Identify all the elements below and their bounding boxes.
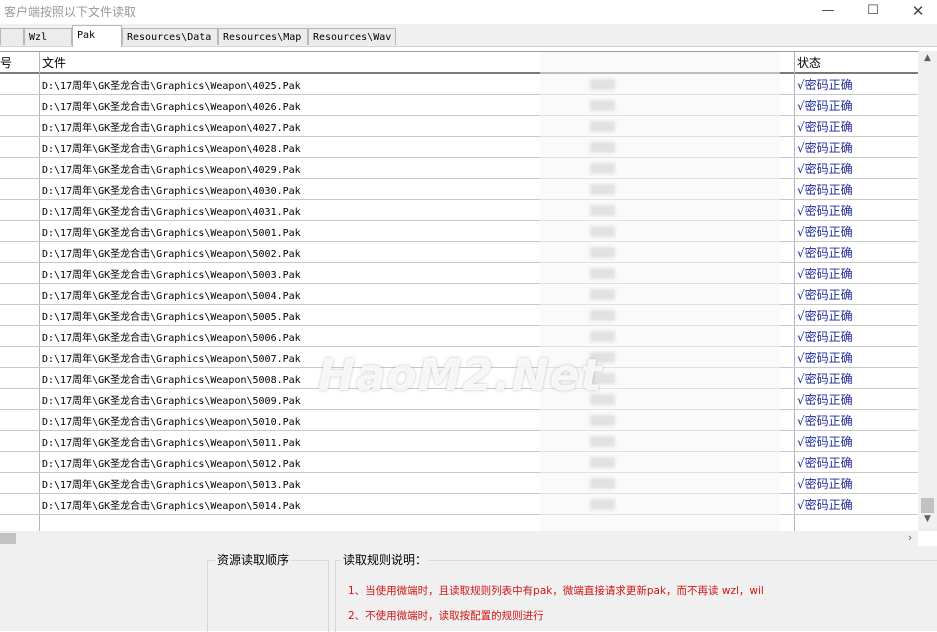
bottom-panel: 资源读取顺序 读取规则说明： 1、当使用微端时，且读取规则列表中有pak，微端直…: [0, 546, 937, 632]
file-path-cell: D:\17周年\GK圣龙合击\Graphics\Weapon\4027.Pak: [42, 123, 301, 134]
status-cell: √密码正确: [797, 204, 853, 218]
status-cell: √密码正确: [797, 393, 853, 407]
file-path-cell: D:\17周年\GK圣龙合击\Graphics\Weapon\4026.Pak: [42, 102, 301, 113]
table-row[interactable]: D:\17周年\GK圣龙合击\Graphics\Weapon\5012.Pak √…: [0, 452, 918, 473]
table-row[interactable]: D:\17周年\GK圣龙合击\Graphics\Weapon\5014.Pak √…: [0, 494, 918, 515]
close-icon[interactable]: ✕: [895, 0, 937, 24]
file-list-table[interactable]: 号 文件 状态 D:\17周年\GK圣龙合击\Graphics\Weapon\4…: [0, 51, 918, 532]
status-cell: √密码正确: [797, 162, 853, 176]
status-cell: √密码正确: [797, 141, 853, 155]
scroll-up-icon[interactable]: ▲: [918, 53, 937, 63]
table-row[interactable]: D:\17周年\GK圣龙合击\Graphics\Weapon\4026.Pak √…: [0, 95, 918, 116]
watermark: HaoM2.Net: [318, 350, 603, 401]
tab-resources-wav[interactable]: Resources\Wav: [308, 28, 396, 45]
table-row[interactable]: D:\17周年\GK圣龙合击\Graphics\Weapon\5011.Pak √…: [0, 431, 918, 452]
title-bar: 客户端按照以下文件读取 — ☐ ✕: [0, 0, 937, 24]
tab-pak[interactable]: Pak: [72, 25, 122, 47]
table-row[interactable]: D:\17周年\GK圣龙合击\Graphics\Weapon\4025.Pak √…: [0, 74, 918, 95]
file-path-cell: D:\17周年\GK圣龙合击\Graphics\Weapon\4029.Pak: [42, 165, 301, 176]
read-rules-group: 读取规则说明： 1、当使用微端时，且读取规则列表中有pak，微端直接请求更新pa…: [335, 551, 937, 632]
tab-first[interactable]: [0, 28, 24, 45]
minimize-icon[interactable]: —: [805, 0, 851, 24]
status-cell: √密码正确: [797, 246, 853, 260]
table-row[interactable]: D:\17周年\GK圣龙合击\Graphics\Weapon\5003.Pak √…: [0, 263, 918, 284]
vertical-scroll-thumb[interactable]: [921, 498, 934, 513]
resource-order-label: 资源读取顺序: [215, 551, 292, 568]
status-cell: √密码正确: [797, 456, 853, 470]
status-cell: √密码正确: [797, 477, 853, 491]
table-row[interactable]: D:\17周年\GK圣龙合击\Graphics\Weapon\4027.Pak √…: [0, 116, 918, 137]
file-path-cell: D:\17周年\GK圣龙合击\Graphics\Weapon\5010.Pak: [42, 417, 301, 428]
status-cell: √密码正确: [797, 309, 853, 323]
file-path-cell: D:\17周年\GK圣龙合击\Graphics\Weapon\5008.Pak: [42, 375, 301, 386]
status-cell: √密码正确: [797, 99, 853, 113]
file-path-cell: D:\17周年\GK圣龙合击\Graphics\Weapon\4025.Pak: [42, 81, 301, 92]
header-file[interactable]: 文件: [42, 54, 66, 71]
table-body: D:\17周年\GK圣龙合击\Graphics\Weapon\4025.Pak √…: [0, 74, 918, 515]
horizontal-scroll-thumb[interactable]: [0, 533, 16, 544]
table-row[interactable]: D:\17周年\GK圣龙合击\Graphics\Weapon\4028.Pak √…: [0, 137, 918, 158]
status-cell: √密码正确: [797, 435, 853, 449]
window-title: 客户端按照以下文件读取: [4, 5, 137, 19]
file-path-cell: D:\17周年\GK圣龙合击\Graphics\Weapon\5013.Pak: [42, 480, 301, 491]
scroll-right-icon[interactable]: ›: [902, 531, 918, 544]
status-cell: √密码正确: [797, 498, 853, 512]
tab-strip: Wzl Pak Resources\Data Resources\Map Res…: [0, 24, 937, 47]
status-cell: √密码正确: [797, 78, 853, 92]
file-path-cell: D:\17周年\GK圣龙合击\Graphics\Weapon\5001.Pak: [42, 228, 301, 239]
status-cell: √密码正确: [797, 330, 853, 344]
redacted-column: [540, 52, 780, 532]
table-row[interactable]: D:\17周年\GK圣龙合击\Graphics\Weapon\5006.Pak √…: [0, 326, 918, 347]
scroll-down-icon[interactable]: ▼: [918, 514, 937, 524]
table-row[interactable]: D:\17周年\GK圣龙合击\Graphics\Weapon\5005.Pak √…: [0, 305, 918, 326]
header-status[interactable]: 状态: [797, 54, 821, 71]
table-row[interactable]: D:\17周年\GK圣龙合击\Graphics\Weapon\5001.Pak √…: [0, 221, 918, 242]
file-path-cell: D:\17周年\GK圣龙合击\Graphics\Weapon\5005.Pak: [42, 312, 301, 323]
table-row[interactable]: D:\17周年\GK圣龙合击\Graphics\Weapon\4030.Pak √…: [0, 179, 918, 200]
vertical-scrollbar[interactable]: ▲ ▼: [918, 51, 937, 531]
header-index[interactable]: 号: [0, 54, 12, 71]
table-row[interactable]: D:\17周年\GK圣龙合击\Graphics\Weapon\5004.Pak √…: [0, 284, 918, 305]
file-path-cell: D:\17周年\GK圣龙合击\Graphics\Weapon\4030.Pak: [42, 186, 301, 197]
status-cell: √密码正确: [797, 351, 853, 365]
file-path-cell: D:\17周年\GK圣龙合击\Graphics\Weapon\4031.Pak: [42, 207, 301, 218]
rule-text: 2、不使用微端时，读取按配置的规则进行: [348, 610, 544, 622]
status-cell: √密码正确: [797, 267, 853, 281]
status-cell: √密码正确: [797, 372, 853, 386]
file-path-cell: D:\17周年\GK圣龙合击\Graphics\Weapon\5011.Pak: [42, 438, 301, 449]
table-row[interactable]: D:\17周年\GK圣龙合击\Graphics\Weapon\4029.Pak √…: [0, 158, 918, 179]
file-path-cell: D:\17周年\GK圣龙合击\Graphics\Weapon\5014.Pak: [42, 501, 301, 512]
file-path-cell: D:\17周年\GK圣龙合击\Graphics\Weapon\5004.Pak: [42, 291, 301, 302]
rule-text: 1、当使用微端时，且读取规则列表中有pak，微端直接请求更新pak，而不再读 w…: [348, 585, 764, 597]
table-row[interactable]: D:\17周年\GK圣龙合击\Graphics\Weapon\5002.Pak √…: [0, 242, 918, 263]
table-header: 号 文件 状态: [0, 52, 918, 74]
file-path-cell: D:\17周年\GK圣龙合击\Graphics\Weapon\4028.Pak: [42, 144, 301, 155]
table-row[interactable]: D:\17周年\GK圣龙合击\Graphics\Weapon\5013.Pak √…: [0, 473, 918, 494]
file-path-cell: D:\17周年\GK圣龙合击\Graphics\Weapon\5006.Pak: [42, 333, 301, 344]
read-rules-label: 读取规则说明：: [341, 551, 430, 568]
file-path-cell: D:\17周年\GK圣龙合击\Graphics\Weapon\5009.Pak: [42, 396, 301, 407]
tab-resources-data[interactable]: Resources\Data: [122, 28, 218, 45]
table-row[interactable]: D:\17周年\GK圣龙合击\Graphics\Weapon\5010.Pak √…: [0, 410, 918, 431]
file-path-cell: D:\17周年\GK圣龙合击\Graphics\Weapon\5012.Pak: [42, 459, 301, 470]
resource-order-group: 资源读取顺序: [207, 551, 329, 632]
status-cell: √密码正确: [797, 288, 853, 302]
horizontal-scrollbar[interactable]: ›: [0, 531, 918, 546]
maximize-icon[interactable]: ☐: [850, 0, 896, 24]
tab-resources-map[interactable]: Resources\Map: [218, 28, 308, 45]
status-cell: √密码正确: [797, 120, 853, 134]
tab-wzl[interactable]: Wzl: [24, 28, 72, 45]
table-row[interactable]: D:\17周年\GK圣龙合击\Graphics\Weapon\4031.Pak √…: [0, 200, 918, 221]
status-cell: √密码正确: [797, 183, 853, 197]
status-cell: √密码正确: [797, 414, 853, 428]
status-cell: √密码正确: [797, 225, 853, 239]
file-path-cell: D:\17周年\GK圣龙合击\Graphics\Weapon\5002.Pak: [42, 249, 301, 260]
file-path-cell: D:\17周年\GK圣龙合击\Graphics\Weapon\5003.Pak: [42, 270, 301, 281]
file-path-cell: D:\17周年\GK圣龙合击\Graphics\Weapon\5007.Pak: [42, 354, 301, 365]
